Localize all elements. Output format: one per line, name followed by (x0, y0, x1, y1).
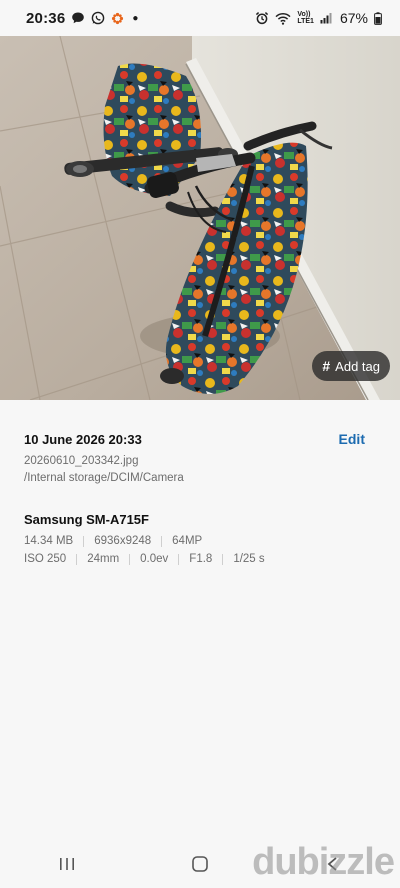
device-name: Samsung SM-A715F (24, 512, 149, 527)
network-text: Vo)) LTE1 (297, 11, 314, 25)
megapixels: 64MP (172, 535, 203, 547)
recent-apps-icon (59, 858, 74, 870)
spec-row-camera: ISO 250 24mm 0.0ev F1.8 1/25 s (24, 553, 376, 565)
file-size: 14.34 MB (24, 535, 74, 547)
add-tag-label: Add tag (335, 358, 380, 374)
wifi-icon (275, 12, 291, 25)
flower-icon (111, 12, 124, 25)
network-label: Vo)) LTE1 (297, 11, 314, 25)
battery-icon (374, 11, 382, 25)
photo-path: /Internal storage/DCIM/Camera (24, 472, 184, 484)
status-right: Vo)) LTE1 67% (255, 10, 382, 26)
watermark-text: dubizzle (252, 841, 395, 883)
divider (129, 553, 131, 565)
dot-icon: ● (132, 12, 139, 24)
iso-value: ISO 250 (24, 553, 67, 565)
whatsapp-icon (91, 11, 105, 25)
home-icon (192, 856, 208, 872)
details-panel: 10 June 2026 20:33 Edit 20260610_203342.… (0, 400, 400, 565)
divider (161, 535, 163, 547)
home-button[interactable] (170, 844, 230, 884)
resolution: 6936x9248 (94, 535, 152, 547)
exposure-value: 0.0ev (140, 553, 169, 565)
shutter-speed: 1/25 s (233, 553, 265, 565)
status-time: 20:36 (26, 9, 66, 27)
focal-length: 24mm (87, 553, 120, 565)
spec-row-file: 14.34 MB 6936x9248 64MP (24, 535, 376, 547)
alarm-icon (255, 11, 269, 25)
hashtag-icon: # (322, 358, 331, 374)
status-left: 20:36 ● (26, 10, 138, 27)
date-row: 10 June 2026 20:33 Edit (24, 431, 376, 447)
divider (83, 535, 85, 547)
aperture: F1.8 (189, 553, 213, 565)
photo-date: 10 June 2026 20:33 (24, 431, 142, 447)
add-tag-button[interactable]: # Add tag (312, 351, 390, 381)
photo-filename: 20260610_203342.jpg (24, 455, 139, 467)
status-bar: 20:36 ● Vo)) LTE1 67% (0, 0, 400, 36)
scooter-photo (0, 36, 400, 400)
divider (76, 553, 78, 565)
photo-preview[interactable] (0, 36, 400, 400)
divider (178, 553, 180, 565)
dubizzle-watermark: dubizzle (252, 841, 395, 884)
recent-apps-button[interactable] (37, 844, 97, 884)
battery-percent: 67% (339, 10, 368, 26)
signal-icon (320, 12, 332, 24)
edit-button[interactable]: Edit (339, 431, 365, 447)
chat-bubble-icon (71, 11, 85, 25)
gallery-details-screen: 20:36 ● Vo)) LTE1 67% # Add tag 10 June … (0, 0, 400, 888)
divider (222, 553, 224, 565)
